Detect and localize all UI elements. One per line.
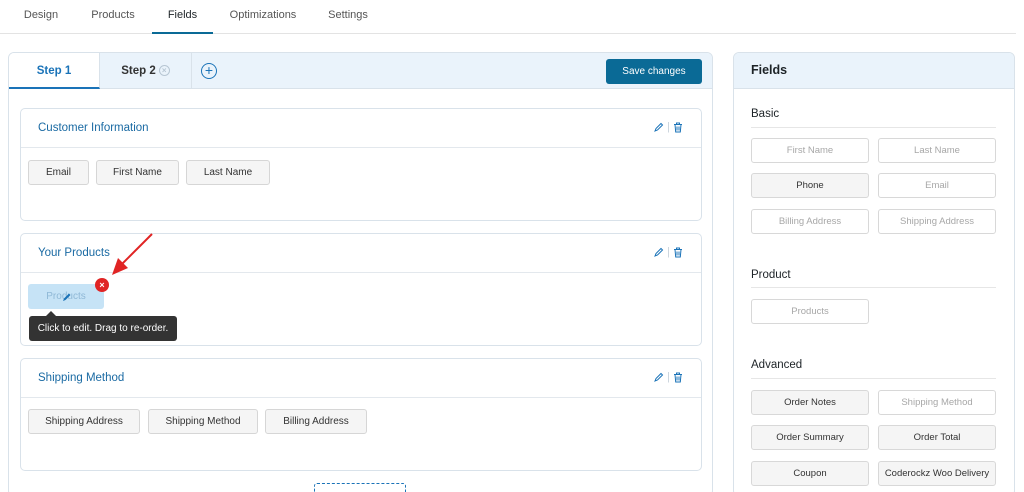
save-changes-button[interactable]: Save changes [606, 59, 702, 84]
tab-design[interactable]: Design [14, 0, 68, 34]
section-header: Your Products | [21, 234, 701, 273]
field-item[interactable]: Order Summary [751, 425, 869, 450]
tab-optimizations[interactable]: Optimizations [222, 0, 304, 34]
step-tab-1[interactable]: Step 1 [9, 53, 100, 89]
field-chip[interactable]: Last Name [186, 160, 270, 185]
field-item[interactable]: Coderockz Woo Delivery [878, 461, 996, 486]
step-tab-2[interactable]: Step 2 × [100, 53, 192, 89]
trash-icon[interactable] [673, 122, 683, 133]
tab-products[interactable]: Products [84, 0, 142, 34]
field-item[interactable]: Billing Address [751, 209, 869, 234]
tab-fields[interactable]: Fields [152, 0, 213, 34]
field-tooltip: Click to edit. Drag to re-order. [29, 316, 177, 341]
divider [751, 127, 996, 128]
step-bar: Step 1 Step 2 × + Save changes [9, 53, 712, 89]
remove-field-icon[interactable]: × [95, 278, 109, 292]
field-item[interactable]: Email [878, 173, 996, 198]
close-icon[interactable]: × [158, 65, 170, 77]
edit-icon[interactable] [654, 122, 664, 132]
step-2-label: Step 2 [121, 65, 156, 77]
fields-panel-title: Fields [734, 53, 1014, 89]
plus-icon: + [204, 62, 214, 78]
step-1-label: Step 1 [36, 65, 72, 77]
section-title: Your Products [38, 247, 110, 259]
fields-panel: Fields Basic First Name Last Name Phone … [733, 52, 1015, 492]
field-chip[interactable]: Shipping Address [28, 409, 140, 434]
field-chip[interactable]: First Name [96, 160, 179, 185]
checkout-builder-panel: Step 1 Step 2 × + Save changes Customer I… [8, 52, 713, 492]
section-actions: | [654, 246, 683, 258]
edit-icon[interactable] [654, 247, 664, 257]
edit-icon[interactable] [654, 372, 664, 382]
field-item[interactable]: Order Notes [751, 390, 869, 415]
field-item[interactable]: Shipping Method [878, 390, 996, 415]
field-item[interactable]: Shipping Address [878, 209, 996, 234]
divider [751, 287, 996, 288]
top-tab-bar: Design Products Fields Optimizations Set… [0, 0, 1016, 34]
trash-icon[interactable] [673, 247, 683, 258]
group-title-product: Product [751, 269, 791, 281]
trash-icon[interactable] [673, 372, 683, 383]
section-title: Shipping Method [38, 372, 125, 384]
field-item[interactable]: Last Name [878, 138, 996, 163]
field-item[interactable]: Phone [751, 173, 869, 198]
divider [751, 378, 996, 379]
section-title: Customer Information [38, 122, 149, 134]
group-title-basic: Basic [751, 108, 780, 120]
section-actions: | [654, 371, 683, 383]
add-step-button[interactable]: + [201, 63, 217, 79]
section-shipping-method: Shipping Method | Shipping Address Shipp… [20, 358, 702, 471]
field-chip[interactable]: Email [28, 160, 89, 185]
field-chip[interactable]: Shipping Method [148, 409, 258, 434]
section-header: Shipping Method | [21, 359, 701, 398]
field-item[interactable]: First Name [751, 138, 869, 163]
field-item[interactable]: Order Total [878, 425, 996, 450]
add-section-button[interactable] [314, 483, 406, 492]
edit-icon[interactable] [62, 292, 72, 302]
section-your-products: Your Products | Products × Click to edit… [20, 233, 702, 346]
field-item[interactable]: Coupon [751, 461, 869, 486]
section-actions: | [654, 121, 683, 133]
section-header: Customer Information | [21, 109, 701, 148]
group-title-advanced: Advanced [751, 359, 803, 371]
tab-settings[interactable]: Settings [320, 0, 376, 34]
field-chip[interactable]: Billing Address [265, 409, 367, 434]
section-customer-information: Customer Information | Email First Name … [20, 108, 702, 221]
field-item[interactable]: Products [751, 299, 869, 324]
